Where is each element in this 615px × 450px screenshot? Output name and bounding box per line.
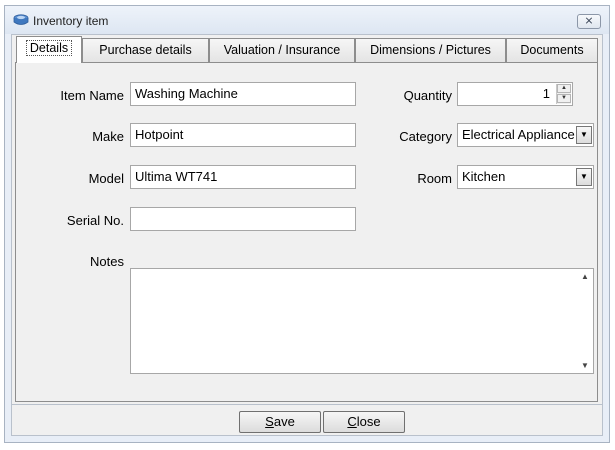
box-icon	[13, 13, 29, 27]
make-field[interactable]: Hotpoint	[130, 123, 356, 147]
make-value: Hotpoint	[135, 127, 184, 142]
room-label: Room	[417, 171, 452, 186]
category-value: Electrical Appliance	[462, 127, 575, 142]
item-name-field[interactable]: Washing Machine	[130, 82, 356, 106]
quantity-stepper[interactable]: 1 ▲ ▼	[457, 82, 573, 106]
tab-valuation-insurance[interactable]: Valuation / Insurance	[209, 38, 355, 62]
tab-purchase-details[interactable]: Purchase details	[82, 38, 209, 62]
tab-details[interactable]: Details	[16, 36, 82, 63]
make-label: Make	[92, 129, 124, 144]
chevron-down-icon[interactable]: ▼	[576, 126, 592, 144]
notes-scrollbar[interactable]: ▲ ▼	[577, 269, 593, 373]
save-label-rest: ave	[273, 414, 295, 429]
model-label: Model	[88, 171, 124, 186]
quantity-label: Quantity	[403, 88, 452, 103]
dialog-content: Details Purchase details Valuation / Ins…	[11, 34, 603, 436]
serial-label: Serial No.	[66, 213, 124, 228]
category-label: Category	[399, 129, 452, 144]
chevron-down-icon[interactable]: ▼	[576, 168, 592, 186]
spin-up-icon[interactable]: ▲	[557, 84, 571, 93]
quantity-value: 1	[542, 86, 550, 101]
model-field[interactable]: Ultima WT741	[130, 165, 356, 189]
item-name-value: Washing Machine	[135, 86, 238, 101]
item-name-label: Item Name	[60, 88, 124, 103]
notes-textarea[interactable]: ▲ ▼	[130, 268, 594, 374]
model-value: Ultima WT741	[135, 169, 218, 184]
close-label-rest: lose	[356, 414, 381, 429]
save-button[interactable]: Save	[239, 411, 321, 433]
scroll-down-icon[interactable]: ▼	[581, 361, 589, 370]
close-mnemonic: C	[347, 414, 357, 429]
category-select[interactable]: Electrical Appliance ▼	[457, 123, 594, 147]
room-select[interactable]: Kitchen ▼	[457, 165, 594, 189]
scroll-up-icon[interactable]: ▲	[581, 272, 589, 281]
tab-label: Valuation / Insurance	[223, 43, 341, 57]
notes-label: Notes	[90, 254, 124, 269]
tab-label: Dimensions / Pictures	[370, 43, 491, 57]
tab-documents[interactable]: Documents	[506, 38, 598, 62]
details-panel: Item Name Washing Machine Make Hotpoint …	[15, 62, 598, 402]
tab-label: Details	[25, 40, 73, 56]
room-value: Kitchen	[462, 169, 506, 184]
close-button[interactable]: Close	[323, 411, 405, 433]
close-window-button[interactable]: ⨯	[577, 14, 601, 29]
quantity-spin[interactable]: ▲ ▼	[556, 84, 571, 104]
inventory-item-window: Inventory item ⨯ Details Purchase detail…	[4, 5, 610, 443]
spin-down-icon[interactable]: ▼	[557, 94, 571, 103]
tab-dimensions-pictures[interactable]: Dimensions / Pictures	[355, 38, 506, 62]
button-bar: Save Close	[12, 404, 602, 436]
serial-field[interactable]	[130, 207, 356, 231]
window-title: Inventory item	[33, 14, 109, 28]
save-mnemonic: S	[265, 414, 274, 429]
tab-label: Documents	[520, 43, 584, 57]
close-icon: ⨯	[584, 15, 594, 27]
title-bar: Inventory item ⨯	[5, 6, 609, 34]
tab-label: Purchase details	[99, 43, 192, 57]
